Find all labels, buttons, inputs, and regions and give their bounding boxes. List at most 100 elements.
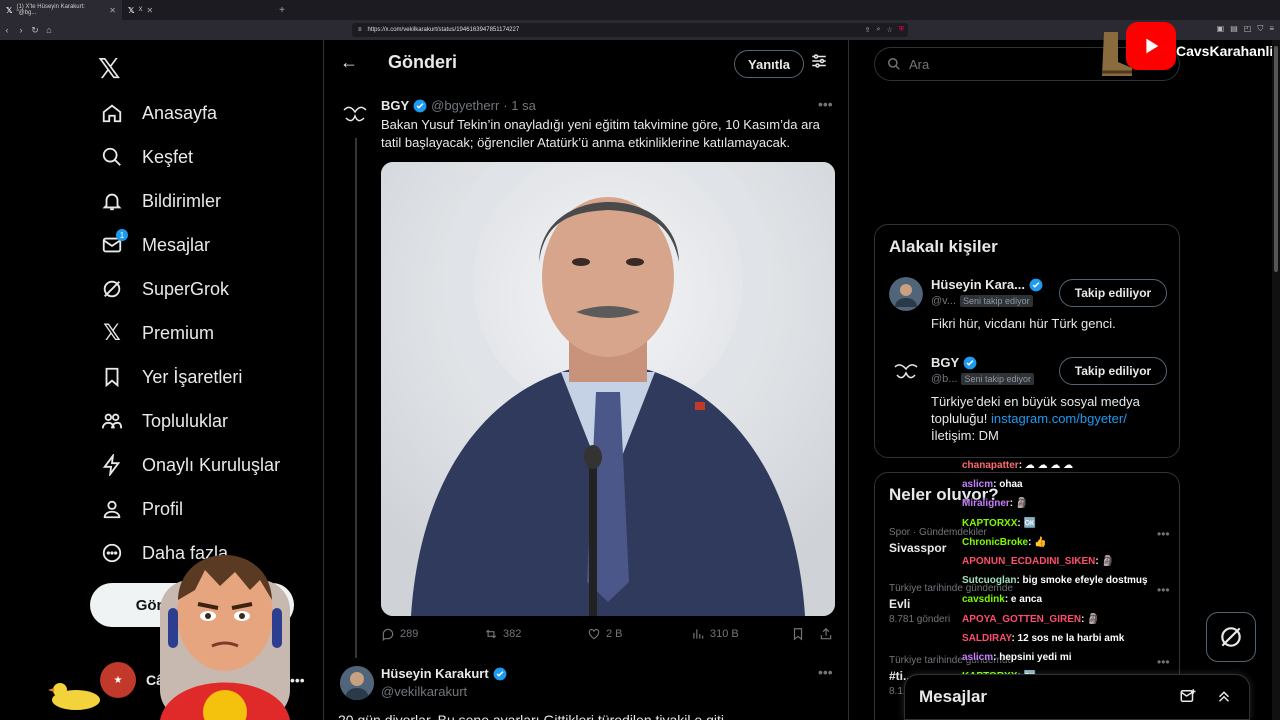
chat-username: Miraligner: [962, 498, 1010, 510]
chevron-up-icon[interactable]: [1215, 687, 1233, 705]
repost-action[interactable]: 382: [484, 627, 521, 641]
reply-button[interactable]: Yanıtla: [734, 50, 804, 78]
search-icon: [888, 58, 900, 70]
sidebar-toggle-icon[interactable]: ▤: [1230, 24, 1238, 34]
page-scrollbar[interactable]: [1272, 40, 1280, 720]
bio-link[interactable]: instagram.com/bgyeter/: [991, 411, 1127, 426]
following-button[interactable]: Takip ediliyor: [1059, 279, 1167, 307]
chat-username: Sutcuoglan: [962, 575, 1017, 587]
reply-count: 289: [400, 628, 419, 640]
chat-text: : 🗿: [1081, 613, 1100, 625]
tweet-header: BGY @bgyetherr · 1 sa: [381, 98, 536, 113]
more-icon[interactable]: •••: [818, 96, 833, 112]
chat-message: aslicm: hepsini yedi mi: [962, 652, 1072, 663]
sidebar-item-label: SuperGrok: [142, 278, 230, 299]
x-logo-icon[interactable]: 𝕏: [98, 52, 121, 85]
sidebar-item-bookmarks[interactable]: Yer İşaretleri: [100, 362, 242, 392]
chat-message: KAPTORXX: 🆗: [962, 518, 1036, 529]
x-icon: 𝕏: [103, 320, 121, 345]
x-favicon-icon: 𝕏: [6, 5, 13, 15]
grok-floating-button[interactable]: [1206, 612, 1256, 662]
sidebar-item-communities[interactable]: Topluluklar: [100, 406, 228, 436]
reply-author-name[interactable]: Hüseyin Karakurt: [381, 666, 489, 681]
like-action[interactable]: 2 B: [587, 627, 623, 641]
following-button[interactable]: Takip ediliyor: [1059, 357, 1167, 385]
reply-action[interactable]: 289: [381, 627, 418, 641]
forward-icon[interactable]: ›: [14, 25, 28, 35]
share-action[interactable]: [819, 627, 833, 641]
streamer-avatar-overlay: [160, 555, 290, 720]
chat-text: : e anca: [1004, 594, 1043, 606]
sliders-icon[interactable]: [810, 52, 828, 70]
sidebar-item-label: Anasayfa: [142, 102, 218, 123]
repost-icon: [485, 629, 497, 639]
bookmark-star-icon[interactable]: ☆: [886, 26, 892, 34]
tab-close-icon[interactable]: ✕: [146, 6, 153, 15]
chat-username: APONUN_ECDADINI_SIKEN: [962, 556, 1096, 567]
chat-text: : 12 sos ne la harbi amk: [1011, 632, 1125, 644]
messages-drawer[interactable]: Mesajlar: [904, 674, 1250, 720]
views-action[interactable]: 310 B: [691, 627, 739, 641]
sidebar-item-verified-orgs[interactable]: Onaylı Kuruluşlar: [100, 450, 280, 480]
sidebar-item-messages[interactable]: 1 Mesajlar: [100, 229, 210, 260]
channel-name: CavsKarahanli: [1176, 43, 1274, 59]
tweet-author-name[interactable]: BGY: [381, 98, 409, 113]
person-name-row: Hüseyin Kara...: [931, 277, 1043, 292]
menu-icon[interactable]: ≡: [1269, 24, 1274, 34]
browser-tab[interactable]: 𝕏 X ✕: [122, 0, 159, 20]
back-icon[interactable]: ‹: [0, 25, 14, 35]
wallet-icon[interactable]: ◰: [1244, 24, 1252, 34]
tweet-photo[interactable]: [381, 162, 835, 616]
avatar[interactable]: [889, 277, 923, 311]
reply-author-handle[interactable]: @vekilkarakurt: [381, 684, 467, 699]
browser-tab-bar: 𝕏 (1) X'te Hüseyin Karakurt: "@bg... ✕ 𝕏…: [0, 0, 1280, 20]
extension-icon[interactable]: ▣: [1217, 24, 1225, 34]
zoom-icon[interactable]: ⌕: [877, 26, 881, 34]
sidebar-item-label: Premium: [142, 322, 215, 343]
chat-message: chanapatter: ☁ ☁ ☁ ☁: [962, 460, 1073, 471]
bookmark-action[interactable]: [791, 627, 805, 641]
sidebar-item-supergrok[interactable]: SuperGrok: [100, 274, 229, 304]
scrollbar-thumb[interactable]: [1274, 46, 1278, 272]
stream-chat-overlay: chanapatter: ☁ ☁ ☁ ☁ aslicm: ohaa Miralign…: [962, 460, 1162, 701]
mail-icon: 1: [100, 229, 128, 257]
back-arrow-icon[interactable]: ←: [340, 52, 358, 73]
follows-you-badge: Seni takip ediyor: [960, 295, 1033, 307]
sidebar-item-premium[interactable]: 𝕏 Premium: [100, 318, 214, 348]
chat-message: aslicm: ohaa: [962, 479, 1023, 490]
sidebar-item-explore[interactable]: Keşfet: [100, 142, 193, 172]
chat-message: Sutcuoglan: big smoke efeyle dostmuş: [962, 575, 1148, 586]
avatar[interactable]: [340, 666, 374, 700]
bgy-avatar-icon[interactable]: [340, 100, 370, 130]
bell-icon: [100, 189, 124, 213]
vpn-icon[interactable]: ⛉: [1257, 24, 1263, 34]
reload-icon[interactable]: ↻: [28, 25, 42, 36]
home-icon[interactable]: ⌂: [42, 25, 56, 35]
tweet-author-handle[interactable]: @bgyetherr: [431, 98, 499, 113]
person-name-row: BGY: [931, 355, 977, 370]
bookmark-icon: [100, 365, 124, 389]
new-message-icon[interactable]: [1179, 687, 1197, 705]
search-icon: [100, 145, 124, 169]
person-name: BGY: [931, 355, 960, 370]
more-icon[interactable]: •••: [818, 664, 833, 680]
new-tab-icon[interactable]: +: [279, 5, 285, 16]
sidebar-item-notifications[interactable]: Bildirimler: [100, 186, 221, 216]
sidebar-item-label: Profil: [142, 498, 184, 519]
url-text: https://x.com/vekilkarakurt/status/19461…: [367, 27, 520, 33]
chat-username: APOYA_GOTTEN_GIREN: [962, 613, 1082, 625]
url-bar[interactable]: ≡ https://x.com/vekilkarakurt/status/194…: [352, 23, 908, 37]
browser-tab-active[interactable]: 𝕏 (1) X'te Hüseyin Karakurt: "@bg... ✕: [0, 0, 122, 20]
person-handle: @b...: [931, 373, 958, 385]
chat-text: : 🗿: [1009, 498, 1029, 510]
sidebar-item-label: Onaylı Kuruluşlar: [142, 454, 281, 475]
bgy-avatar-icon[interactable]: [889, 355, 923, 389]
tab-close-icon[interactable]: ✕: [109, 6, 116, 15]
brave-shield-icon[interactable]: ⛨: [899, 26, 904, 34]
sidebar-item-label: Yer İşaretleri: [142, 366, 243, 387]
search-input[interactable]: [909, 56, 1109, 72]
person-handle-row: @b... Seni takip ediyor: [931, 373, 1034, 385]
notification-badge: 1: [116, 229, 128, 241]
sidebar-item-home[interactable]: Anasayfa: [100, 98, 217, 128]
share-icon[interactable]: ⇪: [865, 26, 871, 34]
